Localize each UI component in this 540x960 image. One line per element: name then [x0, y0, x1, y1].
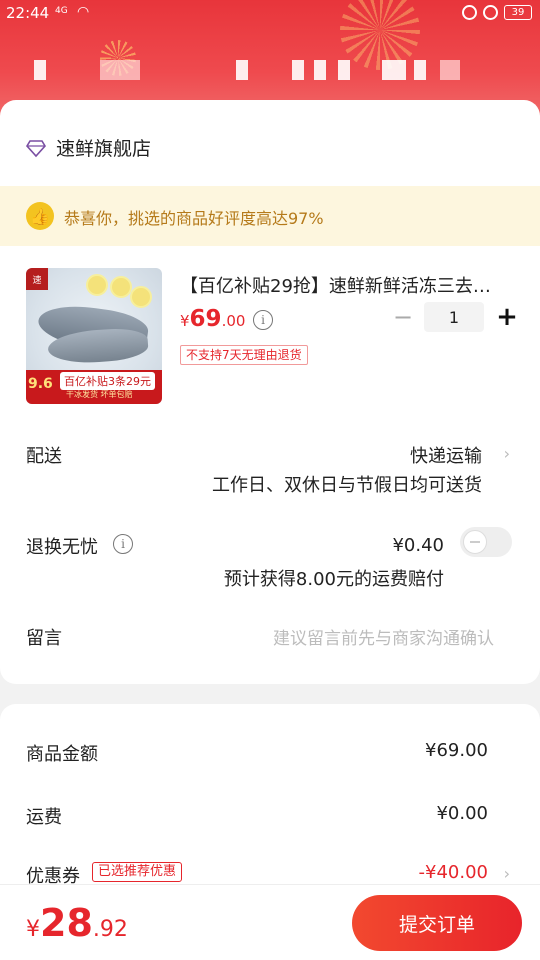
- product-title[interactable]: 【百亿补贴29抢】速鲜新鲜活冻三去…: [180, 272, 510, 298]
- battery-icon: 39: [504, 5, 532, 20]
- shipping-label: 运费: [26, 807, 62, 828]
- info-icon[interactable]: i: [113, 534, 133, 554]
- alarm-icon: [483, 5, 498, 20]
- rating-banner: 👍 恭喜你，挑选的商品好评度高达97%: [0, 186, 540, 246]
- message-label: 留言: [26, 628, 62, 649]
- shipping-value: ¥0.00: [436, 803, 488, 824]
- promo-subtext: 干冰发货 坏单包赔: [66, 390, 133, 399]
- lock-icon: [462, 5, 477, 20]
- quantity-stepper: − 1 +: [390, 302, 520, 332]
- image-promo-strip: 9.6 百亿补贴3条29元 干冰发货 坏单包赔: [26, 370, 162, 404]
- order-card: 速鲜旗舰店 👍 恭喜你，挑选的商品好评度高达97% 速 9.6 百亿补贴3条29…: [0, 100, 540, 684]
- store-name: 速鲜旗舰店: [56, 138, 152, 160]
- promo-text: 百亿补贴3条29元: [60, 372, 155, 390]
- delivery-label: 配送: [26, 446, 62, 467]
- increase-button[interactable]: +: [494, 302, 520, 332]
- lemon-decoration: [110, 276, 132, 298]
- delivery-note: 工作日、双休日与节假日均可送货: [212, 475, 482, 496]
- total-decimal: .92: [92, 917, 128, 942]
- return-insurance-label: 退换无忧: [26, 537, 98, 558]
- status-bar: 22:44 4G ◠ 39: [0, 3, 540, 25]
- product-image[interactable]: 速 9.6 百亿补贴3条29元 干冰发货 坏单包赔: [26, 268, 162, 404]
- chevron-right-icon[interactable]: ›: [504, 444, 510, 463]
- promo-number: 9.6: [28, 376, 53, 392]
- status-right: 39: [462, 5, 532, 20]
- total-integer: 28: [40, 901, 93, 945]
- brand-logo: 速: [26, 268, 48, 290]
- chevron-right-icon[interactable]: ›: [504, 864, 510, 883]
- message-input[interactable]: 建议留言前先与商家沟通确认: [273, 624, 494, 649]
- summary-card: 商品金额 ¥69.00 运费 ¥0.00 优惠券 已选推荐优惠 -¥40.00 …: [0, 704, 540, 904]
- decrease-button[interactable]: −: [390, 303, 416, 331]
- return-insurance-note: 预计获得8.00元的运费赔付: [223, 569, 444, 590]
- total-currency: ¥: [26, 917, 40, 942]
- coupon-tag: 已选推荐优惠: [92, 862, 183, 882]
- coupon-value[interactable]: -¥40.00: [419, 862, 488, 883]
- info-icon[interactable]: i: [253, 310, 273, 330]
- store-header[interactable]: 速鲜旗舰店: [26, 134, 151, 161]
- thumbs-up-icon: 👍: [26, 202, 54, 230]
- delivery-method[interactable]: 快递运输: [410, 442, 482, 468]
- submit-order-button[interactable]: 提交订单: [352, 895, 522, 951]
- product-price: ¥69.00: [180, 306, 245, 332]
- wifi-icon: ◠: [77, 4, 90, 20]
- total-price: ¥28.92: [26, 901, 128, 945]
- status-time: 22:44: [6, 4, 50, 22]
- price-currency: ¥: [180, 312, 190, 330]
- address-redacted: [0, 60, 540, 80]
- goods-amount-value: ¥69.00: [425, 740, 488, 761]
- toggle-knob: [463, 530, 487, 554]
- lemon-decoration: [130, 286, 152, 308]
- signal-icon: 4G: [55, 6, 68, 16]
- lemon-decoration: [86, 274, 108, 296]
- return-policy-tag: 不支持7天无理由退货: [180, 345, 308, 365]
- price-decimal: .00: [221, 312, 246, 330]
- return-insurance-price: ¥0.40: [392, 535, 444, 556]
- price-integer: 69: [189, 306, 222, 332]
- checkout-bar: ¥28.92 提交订单: [0, 884, 540, 960]
- quantity-input[interactable]: 1: [424, 302, 484, 332]
- return-insurance-toggle[interactable]: [460, 527, 512, 557]
- rating-text: 恭喜你，挑选的商品好评度高达97%: [64, 209, 324, 228]
- diamond-icon: [26, 139, 46, 157]
- goods-amount-label: 商品金额: [26, 744, 98, 765]
